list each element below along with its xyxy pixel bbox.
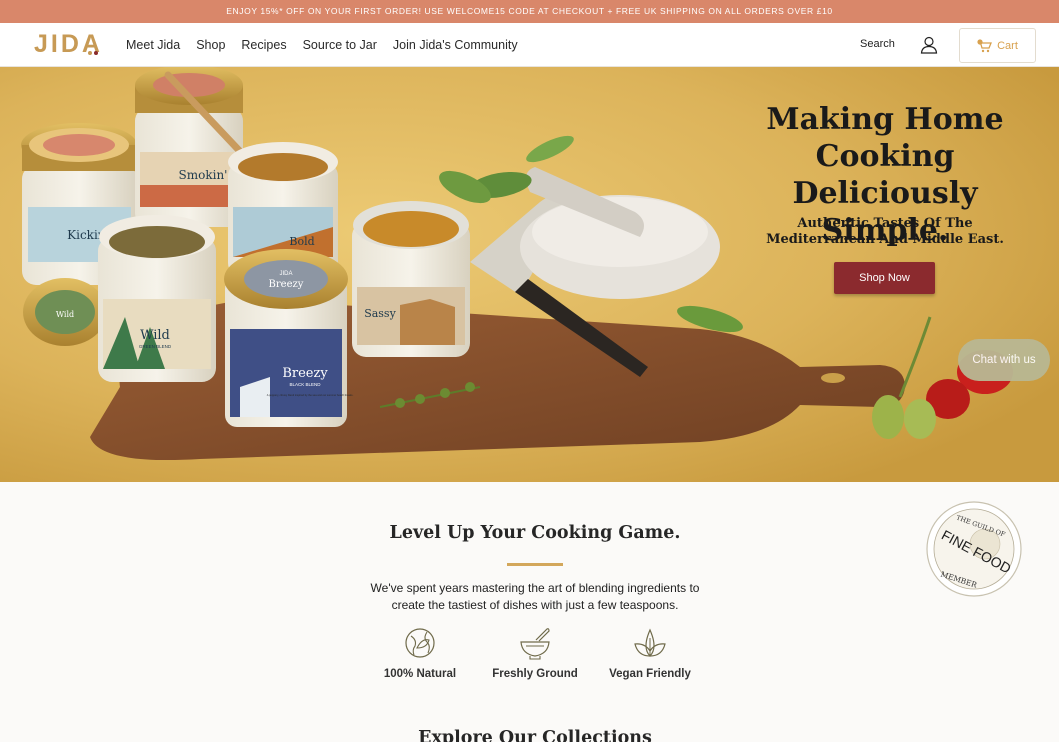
nav-item-recipes[interactable]: Recipes <box>241 38 286 52</box>
shop-now-button[interactable]: Shop Now <box>834 262 935 294</box>
cart-button[interactable]: Cart <box>959 28 1036 63</box>
feature-label: Freshly Ground <box>492 668 578 680</box>
main-nav: Meet Jida Shop Recipes Source to Jar Joi… <box>126 23 518 67</box>
jar-lid-jida: JIDA <box>279 271 292 277</box>
hero-subtitle: Authentic Tastes Of The Mediterranean An… <box>740 216 1030 248</box>
explore-collections-title: Explore Our Collections <box>418 728 652 742</box>
site-header: JIDA Meet Jida Shop Recipes Source to Ja… <box>0 23 1059 67</box>
nav-item-community[interactable]: Join Jida's Community <box>393 38 518 52</box>
hero-subtitle-line: Mediterranean And Middle East. <box>766 232 1004 247</box>
jar-sublabel-green: GREEN BLEND <box>139 344 172 349</box>
promo-banner: ENJOY 15%* OFF ON YOUR FIRST ORDER! USE … <box>0 0 1059 23</box>
logo-dots <box>88 51 98 55</box>
nav-item-shop[interactable]: Shop <box>196 38 225 52</box>
jar-label-sassy: Sassy <box>364 307 396 320</box>
feature-label: Vegan Friendly <box>609 668 691 680</box>
feature-label: 100% Natural <box>383 668 457 680</box>
jar-lid-breezy: Breezy <box>269 279 304 290</box>
jar-label-wild: Wild <box>140 328 170 343</box>
chat-button[interactable]: Chat with us <box>958 339 1050 381</box>
user-icon[interactable] <box>920 36 938 54</box>
jar-label-breezy: Breezy <box>282 366 328 381</box>
hero-title-line: Cooking Deliciously <box>792 139 978 211</box>
nav-item-source-to-jar[interactable]: Source to Jar <box>303 38 377 52</box>
feature-list: 100% Natural Freshly Ground Vegan Friend… <box>366 626 706 696</box>
title-divider <box>507 563 563 566</box>
section-description: We've spent years mastering the art of b… <box>330 580 740 614</box>
vegan-leaf-icon <box>634 628 666 657</box>
description-line: We've spent years mastering the art of b… <box>370 581 700 595</box>
guild-of-fine-food-badge: THE GUILD OF FINE FOOD MEMBER <box>926 501 1022 597</box>
feature-natural: 100% Natural <box>366 626 474 680</box>
nav-item-meet-jida[interactable]: Meet Jida <box>126 38 180 52</box>
jar-lid-wild: Wild <box>56 310 74 319</box>
hero-banner: Kickin' Smokin' Bold Wild Wild GREEN BLE… <box>0 67 1059 482</box>
section-title: Level Up Your Cooking Game. <box>389 523 681 543</box>
jar-label-smokin: Smokin' <box>179 168 228 182</box>
mortar-pestle-icon <box>520 628 550 660</box>
jar-fine-print: A peppery, citrusy blend inspired by the… <box>267 393 354 397</box>
feature-vegan: Vegan Friendly <box>596 626 704 680</box>
feature-freshly-ground: Freshly Ground <box>481 626 589 680</box>
cart-icon <box>977 38 993 52</box>
logo[interactable]: JIDA <box>34 30 103 60</box>
cart-label: Cart <box>997 39 1018 52</box>
hero-subtitle-line: Authentic Tastes Of The <box>797 216 973 231</box>
search-link[interactable]: Search <box>860 38 895 50</box>
jar-sublabel-black: BLACK BLEND <box>289 382 321 387</box>
description-line: create the tastiest of dishes with just … <box>391 598 679 612</box>
jar-label-bold: Bold <box>289 235 314 248</box>
hero-title-line: Making Home <box>766 102 1004 137</box>
leaf-globe-icon <box>405 628 435 658</box>
